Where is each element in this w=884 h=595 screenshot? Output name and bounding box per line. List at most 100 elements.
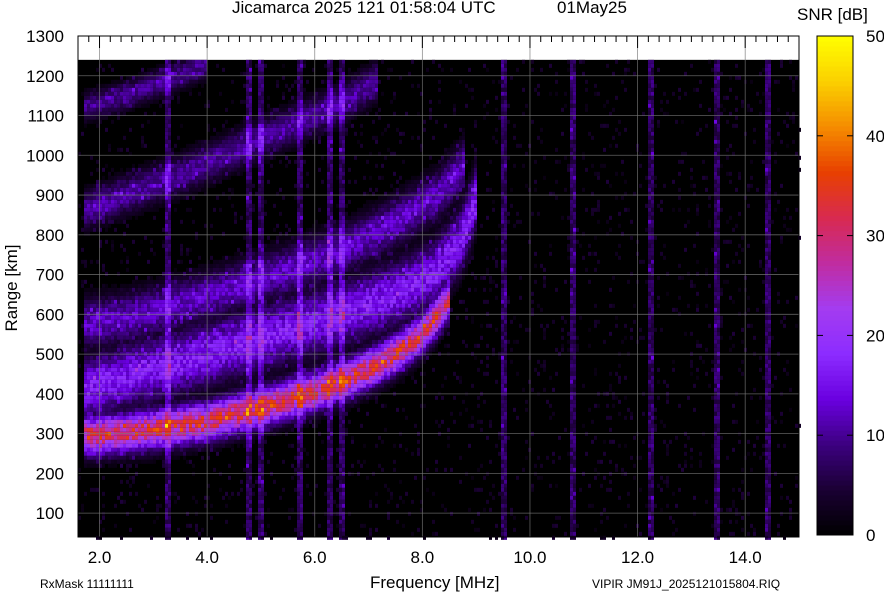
heatmap-cell <box>249 207 252 212</box>
heatmap-cell <box>240 143 243 148</box>
heatmap-cell <box>219 311 222 316</box>
heatmap-cell <box>273 419 276 424</box>
heatmap-cell <box>87 359 90 364</box>
heatmap-cell <box>267 155 270 160</box>
heatmap-cell <box>159 371 162 376</box>
heatmap-cell <box>102 419 105 424</box>
heatmap-cell <box>270 143 273 148</box>
heatmap-cell <box>174 323 177 328</box>
heatmap-cell <box>156 199 159 204</box>
heatmap-cell <box>192 83 195 88</box>
heatmap-cell <box>237 259 240 264</box>
heatmap-cell <box>135 279 138 284</box>
heatmap-cell <box>249 115 252 120</box>
heatmap-cell <box>273 319 276 324</box>
heatmap-cell <box>192 471 195 476</box>
heatmap-cell <box>228 171 231 176</box>
heatmap-cell <box>117 103 120 108</box>
heatmap-cell <box>267 127 270 132</box>
heatmap-cell <box>222 383 225 388</box>
heatmap-cell <box>165 119 168 124</box>
heatmap-cell <box>183 291 186 296</box>
heatmap-cell <box>258 395 261 400</box>
heatmap-cell <box>105 291 108 296</box>
heatmap-cell <box>114 427 117 432</box>
heatmap-cell <box>168 375 171 380</box>
heatmap-cell <box>150 203 153 208</box>
heatmap-cell <box>117 347 120 352</box>
heatmap-cell <box>282 103 285 108</box>
heatmap-cell <box>246 103 249 108</box>
heatmap-cell <box>135 339 138 344</box>
heatmap-cell <box>108 419 111 424</box>
heatmap-cell <box>105 451 108 456</box>
heatmap-cell <box>138 427 141 432</box>
heatmap-cell <box>102 207 105 212</box>
heatmap-cell <box>147 355 150 360</box>
heatmap-cell <box>168 279 171 284</box>
heatmap-cell <box>204 163 207 168</box>
heatmap-cell <box>168 303 171 308</box>
heatmap-cell <box>246 139 249 144</box>
heatmap-cell <box>174 75 177 80</box>
heatmap-cell <box>264 491 267 496</box>
heatmap-cell <box>135 319 138 324</box>
heatmap-cell <box>159 275 162 280</box>
heatmap-cell <box>249 59 252 64</box>
heatmap-cell <box>261 135 264 140</box>
heatmap-cell <box>159 331 162 336</box>
heatmap-cell <box>192 315 195 320</box>
heatmap-cell <box>156 455 159 460</box>
heatmap-cell <box>120 427 123 432</box>
heatmap-cell <box>159 183 162 188</box>
heatmap-cell <box>198 419 201 424</box>
heatmap-cell <box>195 375 198 380</box>
heatmap-cell <box>246 403 249 408</box>
heatmap-cell <box>261 459 264 464</box>
heatmap-cell <box>117 459 120 464</box>
heatmap-cell <box>96 355 99 360</box>
heatmap-cell <box>126 407 129 412</box>
heatmap-cell <box>147 195 150 200</box>
heatmap-cell <box>204 279 207 284</box>
heatmap-cell <box>216 195 219 200</box>
heatmap-cell <box>237 291 240 296</box>
heatmap-cell <box>204 167 207 172</box>
heatmap-cell <box>96 371 99 376</box>
heatmap-cell <box>252 347 255 352</box>
heatmap-cell <box>270 267 273 272</box>
heatmap-cell <box>129 195 132 200</box>
heatmap-cell <box>249 403 252 408</box>
heatmap-cell <box>111 395 114 400</box>
heatmap-cell <box>249 527 252 532</box>
heatmap-cell <box>171 271 174 276</box>
heatmap-cell <box>159 343 162 348</box>
heatmap-cell <box>243 319 246 324</box>
heatmap-cell <box>105 339 108 344</box>
heatmap-cell <box>96 327 99 332</box>
heatmap-cell <box>267 303 270 308</box>
heatmap-cell <box>171 451 174 456</box>
heatmap-cell <box>105 435 108 440</box>
heatmap-cell <box>279 375 282 380</box>
heatmap-cell <box>174 143 177 148</box>
heatmap-cell <box>237 367 240 372</box>
heatmap-cell <box>144 367 147 372</box>
heatmap-cell <box>222 167 225 172</box>
heatmap-cell <box>138 187 141 192</box>
heatmap-cell <box>84 363 87 368</box>
heatmap-cell <box>177 291 180 296</box>
heatmap-cell <box>195 403 198 408</box>
heatmap-cell <box>192 271 195 276</box>
heatmap-cell <box>234 331 237 336</box>
heatmap-cell <box>237 131 240 136</box>
heatmap-cell <box>117 315 120 320</box>
heatmap-cell <box>255 479 258 484</box>
heatmap-cell <box>219 91 222 96</box>
heatmap-cell <box>192 463 195 468</box>
heatmap-cell <box>270 135 273 140</box>
heatmap-cell <box>189 59 192 64</box>
heatmap-cell <box>105 215 108 220</box>
heatmap-cell <box>120 443 123 448</box>
heatmap-cell <box>270 387 273 392</box>
